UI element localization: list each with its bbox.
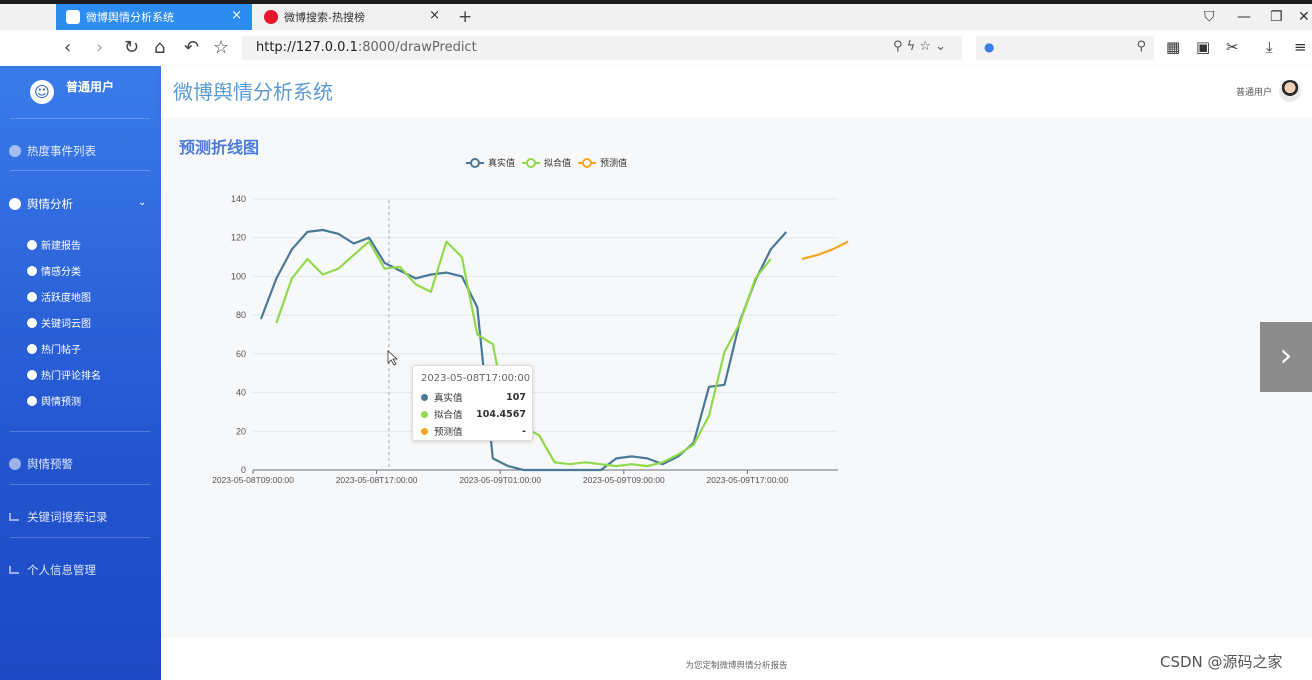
address-bar[interactable]: http://127.0.0.1:8000/drawPredict ⚲ ϟ ☆ …	[242, 36, 962, 60]
divider	[10, 118, 150, 119]
browser-chrome: 微博舆情分析系统 × 微博搜索-热搜榜 × + ⛉ — ❐ ✕ ‹ › ↻ ⌂ …	[0, 0, 1312, 66]
avatar[interactable]	[1279, 80, 1301, 102]
series-dot	[421, 410, 428, 418]
sidebar-item-warning[interactable]: 舆情预警	[9, 456, 73, 472]
browser-search-box[interactable]: ● ⚲	[976, 36, 1154, 60]
home-icon[interactable]: ⌂	[154, 37, 165, 58]
reload-icon[interactable]: ↻	[124, 37, 139, 58]
sidebar-item-hot-events[interactable]: 热度事件列表	[9, 143, 96, 159]
dashboard-icon	[27, 395, 37, 406]
restore-icon[interactable]: ❐	[1270, 9, 1283, 25]
sidebar-subitem-sentiment[interactable]: 情感分类	[27, 263, 81, 278]
apps-grid-icon[interactable]: ▦	[1166, 38, 1180, 56]
app-header: 微博舆情分析系统 普通用户	[161, 66, 1312, 118]
dashboard-icon	[27, 317, 37, 328]
url-path: :8000/drawPredict	[357, 40, 477, 55]
undo-icon[interactable]: ↶	[184, 37, 199, 58]
dashboard-icon	[27, 343, 37, 354]
address-row: ‹ › ↻ ⌂ ↶ ☆ http://127.0.0.1:8000/drawPr…	[0, 30, 1312, 66]
dashboard-icon	[27, 239, 37, 250]
url-host: http://127.0.0.1	[256, 40, 358, 55]
page-title: 预测折线图	[179, 138, 260, 157]
app-title: 微博舆情分析系统	[173, 80, 333, 104]
sidebar-subitem-activity-map[interactable]: 活跃度地图	[27, 289, 91, 304]
forward-icon[interactable]: ›	[96, 37, 103, 58]
bar-chart-icon	[9, 566, 19, 574]
tab-label: 微博舆情分析系统	[86, 11, 174, 24]
search-icon[interactable]: ⚲	[1136, 39, 1146, 54]
sidebar-username: 普通用户	[66, 80, 115, 94]
minimize-icon[interactable]: —	[1237, 9, 1251, 25]
back-icon[interactable]: ‹	[64, 37, 71, 58]
tooltip-time: 2023-05-08T17:00:00	[421, 373, 531, 384]
divider	[10, 484, 150, 485]
sidebar-item-analysis[interactable]: 舆情分析	[9, 196, 73, 212]
chart-tooltip: 2023-05-08T17:00:00 真实值 107 拟合值 104.4567…	[412, 365, 533, 441]
sidebar-subitem-new-report[interactable]: 新建报告	[27, 237, 81, 252]
tooltip-row: 预测值 -	[421, 424, 526, 438]
page-icon	[66, 10, 80, 24]
reader-icon[interactable]: ▣	[1196, 38, 1210, 56]
tooltip-row: 拟合值 104.4567	[421, 407, 526, 421]
zoom-lightning-star-icons[interactable]: ⚲ ϟ ☆ ⌄	[893, 39, 946, 54]
sidebar-subitem-hot-comments[interactable]: 热门评论排名	[27, 367, 101, 382]
sidebar-subitem-prediction[interactable]: 舆情预测	[27, 393, 81, 408]
bar-chart-icon	[9, 513, 19, 521]
baidu-paw-icon: ●	[984, 40, 995, 54]
close-tab-icon[interactable]: ×	[231, 9, 242, 23]
sidebar: ☺ 普通用户 热度事件列表 舆情分析 ⌄ 新建报告 情感分类 活跃度地图 关键词…	[0, 66, 161, 680]
tab-bar: 微博舆情分析系统 × 微博搜索-热搜榜 × + ⛉ — ❐ ✕	[0, 0, 1312, 30]
menu-icon[interactable]: ≡	[1294, 38, 1307, 56]
sidebar-item-keyword-history[interactable]: 关键词搜索记录	[9, 509, 108, 525]
sidebar-item-profile[interactable]: 个人信息管理	[9, 562, 96, 578]
dashboard-icon	[9, 458, 21, 470]
footer: 为您定制微博舆情分析报告	[161, 638, 1312, 680]
sidebar-user: ☺ 普通用户	[0, 66, 161, 118]
tab-label: 微博搜索-热搜榜	[284, 11, 365, 24]
dashboard-icon	[27, 265, 37, 276]
dashboard-icon	[27, 291, 37, 302]
main-content: 预测折线图	[161, 118, 1312, 638]
csdn-watermark: CSDN @源码之家	[1160, 653, 1283, 671]
scissors-icon[interactable]: ✂	[1226, 38, 1239, 56]
header-username[interactable]: 普通用户	[1236, 85, 1272, 98]
close-window-icon[interactable]: ✕	[1298, 9, 1310, 25]
divider	[10, 537, 150, 538]
next-arrow-button[interactable]: ›	[1260, 322, 1312, 392]
tab-weibo-search[interactable]: 微博搜索-热搜榜 ×	[254, 4, 450, 30]
shirt-icon[interactable]: ⛉	[1204, 9, 1215, 25]
tooltip-row: 真实值 107	[421, 390, 526, 404]
dashboard-icon	[27, 369, 37, 380]
series-dot	[421, 427, 428, 435]
tab-weibo-analysis[interactable]: 微博舆情分析系统 ×	[56, 4, 252, 30]
user-face-icon: ☺	[30, 80, 54, 104]
bookmark-star-icon[interactable]: ☆	[213, 37, 229, 58]
download-icon[interactable]: ⤓	[1266, 38, 1273, 56]
footer-text: 为您定制微博舆情分析报告	[685, 661, 788, 671]
weibo-icon	[264, 10, 278, 24]
divider	[10, 170, 150, 171]
sidebar-subitem-wordcloud[interactable]: 关键词云图	[27, 315, 91, 330]
sidebar-subitem-hot-posts[interactable]: 热门帖子	[27, 341, 81, 356]
chevron-down-icon[interactable]: ⌄	[138, 197, 146, 208]
dashboard-icon	[9, 145, 21, 157]
divider	[10, 431, 150, 432]
series-dot	[421, 393, 428, 401]
close-tab-icon[interactable]: ×	[429, 9, 440, 23]
new-tab-button[interactable]: +	[458, 7, 472, 27]
dashboard-icon	[9, 198, 21, 210]
